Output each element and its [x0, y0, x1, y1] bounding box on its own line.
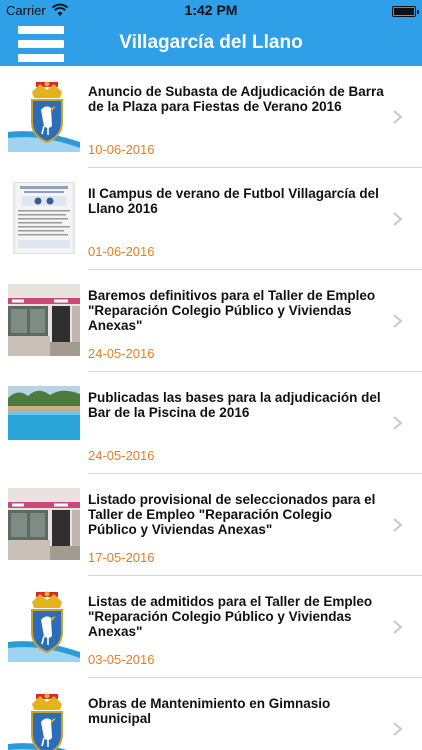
news-date: 24-05-2016 — [88, 346, 155, 361]
battery-icon — [392, 6, 419, 17]
clock-label: 1:42 PM — [184, 2, 238, 18]
poster-thumbnail — [8, 182, 80, 254]
news-title: Listado provisional de seleccionados par… — [88, 492, 376, 537]
news-title: Anuncio de Subasta de Adjudicación de Ba… — [88, 84, 384, 114]
top-bar: Carrier 1:42 PM Villagarcía del Llano — [0, 0, 422, 66]
chevron-right-icon — [393, 110, 403, 124]
news-title: Baremos definitivos para el Taller de Em… — [88, 288, 376, 333]
news-list-item[interactable]: Baremos definitivos para el Taller de Em… — [0, 270, 422, 372]
news-list: Anuncio de Subasta de Adjudicación de Ba… — [0, 66, 422, 750]
news-list-item[interactable]: Listado provisional de seleccionados par… — [0, 474, 422, 576]
news-title: II Campus de verano de Futbol Villagarcí… — [88, 186, 379, 216]
building-photo — [8, 284, 80, 356]
page-title: Villagarcía del Llano — [119, 32, 303, 53]
news-title: Publicadas las bases para la adjudicació… — [88, 390, 381, 420]
news-date: 03-05-2016 — [88, 652, 155, 667]
news-title: Obras de Mantenimiento en Gimnasio munic… — [88, 696, 331, 726]
status-bar: Carrier 1:42 PM — [0, 0, 422, 22]
news-list-item[interactable]: Publicadas las bases para la adjudicació… — [0, 372, 422, 474]
chevron-right-icon — [393, 518, 403, 532]
chevron-right-icon — [393, 212, 403, 226]
news-date: 17-05-2016 — [88, 550, 155, 565]
building-photo — [8, 488, 80, 560]
navigation-bar: Villagarcía del Llano — [0, 22, 422, 66]
chevron-right-icon — [393, 722, 403, 736]
news-list-item[interactable]: Obras de Mantenimiento en Gimnasio munic… — [0, 678, 422, 750]
chevron-right-icon — [393, 620, 403, 634]
menu-bar-icon — [18, 54, 64, 62]
news-date: 24-05-2016 — [88, 448, 155, 463]
chevron-right-icon — [393, 416, 403, 430]
chevron-right-icon — [393, 314, 403, 328]
news-list-item[interactable]: Anuncio de Subasta de Adjudicación de Ba… — [0, 66, 422, 168]
coat-of-arms-icon — [8, 590, 80, 662]
news-list-item[interactable]: Listas de admitidos para el Taller de Em… — [0, 576, 422, 678]
coat-of-arms-icon — [8, 80, 80, 152]
news-list-item[interactable]: II Campus de verano de Futbol Villagarcí… — [0, 168, 422, 270]
news-date: 01-06-2016 — [88, 244, 155, 259]
news-title: Listas de admitidos para el Taller de Em… — [88, 594, 373, 639]
news-date: 10-06-2016 — [88, 142, 155, 157]
coat-of-arms-icon — [8, 692, 80, 750]
app-screen: Carrier 1:42 PM Villagarcía del Llano An… — [0, 0, 422, 750]
pool-photo — [8, 386, 80, 458]
